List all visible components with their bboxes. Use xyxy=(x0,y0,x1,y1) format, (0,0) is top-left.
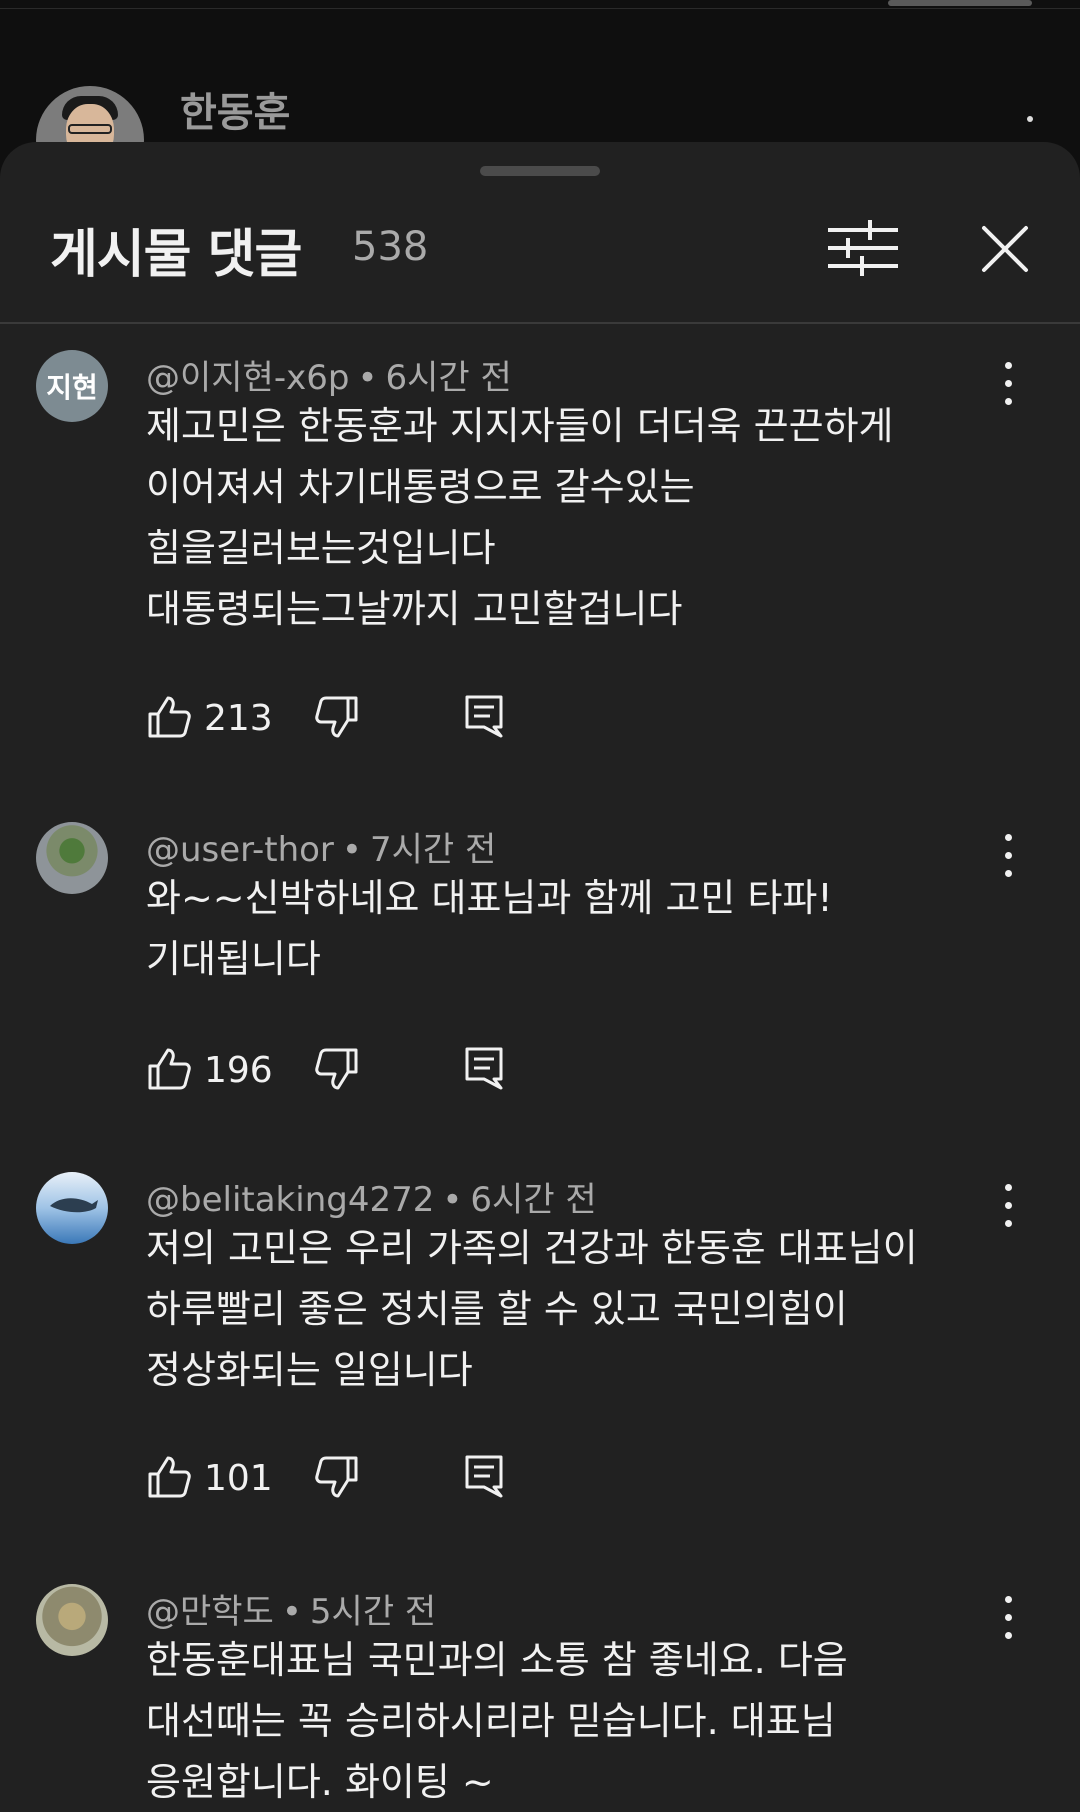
comment-actions: 213 xyxy=(146,694,666,744)
comment-time: 7시간 전 xyxy=(369,830,497,870)
like-count: 213 xyxy=(204,698,273,739)
scroll-indicator xyxy=(888,0,1032,6)
comment-actions: 101 xyxy=(146,1454,666,1504)
close-button[interactable] xyxy=(978,222,1032,276)
comment-line: 기대됩니다 xyxy=(146,937,321,981)
comment-item: @belitaking4272 • 6시간 전 저의 고민은 우리 가족의 건강과 … xyxy=(0,1172,1080,1512)
comment-meta: @이지현-x6p • 6시간 전 xyxy=(146,358,512,398)
comment-text: 저의 고민은 우리 가족의 건강과 한동훈 대표님이 하루빨리 좋은 정치를 할… xyxy=(146,1218,1026,1401)
comment-actions: 196 xyxy=(146,1046,666,1096)
thumbs-up-icon xyxy=(148,696,191,738)
drag-handle[interactable] xyxy=(480,166,600,176)
commenter-avatar[interactable] xyxy=(36,822,108,894)
dislike-button[interactable] xyxy=(314,1046,360,1096)
comment-count: 538 xyxy=(352,224,429,270)
commenter-avatar[interactable] xyxy=(36,1172,108,1244)
dislike-button[interactable] xyxy=(314,694,360,744)
sheet-divider xyxy=(0,322,1080,324)
like-button[interactable]: 213 xyxy=(146,694,273,744)
comment-time: 5시간 전 xyxy=(309,1592,437,1632)
reply-button[interactable] xyxy=(464,1454,504,1504)
dislike-button[interactable] xyxy=(314,1454,360,1504)
commenter-handle[interactable]: @user-thor xyxy=(146,830,334,870)
comment-text: 와~~신박하네요 대표님과 함께 고민 타파! 기대됩니다 xyxy=(146,868,1026,990)
comment-line: 이어져서 차기대통령으로 갈수있는 xyxy=(146,465,695,509)
comment-item: @만학도 • 5시간 전 한동훈대표님 국민과의 소통 참 좋네요. 다음 대선때는… xyxy=(0,1584,1080,1812)
comment-meta: @만학도 • 5시간 전 xyxy=(146,1592,437,1632)
comment-line: 응원합니다. 화이팅 ~ xyxy=(146,1760,494,1804)
comment-line: 정상화되는 일입니다 xyxy=(146,1348,473,1392)
commenter-handle[interactable]: @belitaking4272 xyxy=(146,1180,434,1220)
comment-line: 하루빨리 좋은 정치를 할 수 있고 국민의힘이 xyxy=(146,1287,848,1331)
comment-time: 6시간 전 xyxy=(385,358,512,398)
dolphin-icon xyxy=(50,1198,98,1213)
commenter-handle[interactable]: @만학도 xyxy=(146,1592,274,1632)
sort-filter-button[interactable] xyxy=(826,220,900,276)
comment-text: 제고민은 한동훈과 지지자들이 더더욱 끈끈하게 이어져서 차기대통령으로 갈수… xyxy=(146,396,1026,640)
thumbs-up-icon xyxy=(148,1048,191,1090)
comment-time: 6시간 전 xyxy=(470,1180,597,1220)
comment-line: 힘을길러보는것입니다 xyxy=(146,526,496,570)
comment-line: 대통령되는그날까지 고민할겁니다 xyxy=(146,587,683,631)
like-button[interactable]: 196 xyxy=(146,1046,273,1096)
commenter-handle[interactable]: @이지현-x6p xyxy=(146,358,349,398)
like-count: 196 xyxy=(204,1050,273,1091)
close-icon xyxy=(982,226,1028,272)
comments-screen: 한동훈 게시물 댓글 538 지현 @이지현-x6p • 6시간 전 제고민은 … xyxy=(0,0,1080,1812)
commenter-avatar[interactable] xyxy=(36,1584,108,1656)
comment-line: 와~~신박하네요 대표님과 함께 고민 타파! xyxy=(146,876,833,920)
comment-meta: @user-thor • 7시간 전 xyxy=(146,830,497,870)
commenter-avatar[interactable]: 지현 xyxy=(36,350,108,422)
reply-icon xyxy=(465,1047,503,1090)
thumbs-down-icon xyxy=(315,1456,358,1498)
thumbs-down-icon xyxy=(315,1048,358,1090)
thumbs-up-icon xyxy=(148,1456,191,1498)
sheet-title: 게시물 댓글 xyxy=(50,225,302,285)
comment-meta: @belitaking4272 • 6시간 전 xyxy=(146,1180,597,1220)
reply-button[interactable] xyxy=(464,694,504,744)
reply-icon xyxy=(465,695,503,738)
like-button[interactable]: 101 xyxy=(146,1454,273,1504)
comment-line: 저의 고민은 우리 가족의 건강과 한동훈 대표님이 xyxy=(146,1226,918,1270)
thumbs-down-icon xyxy=(315,696,358,738)
reply-icon xyxy=(465,1455,503,1498)
comment-line: 한동훈대표님 국민과의 소통 참 좋네요. 다음 xyxy=(146,1638,848,1682)
comment-item: @user-thor • 7시간 전 와~~신박하네요 대표님과 함께 고민 타파!… xyxy=(0,822,1080,1122)
like-count: 101 xyxy=(204,1458,273,1499)
comment-item: 지현 @이지현-x6p • 6시간 전 제고민은 한동훈과 지지자들이 더더욱 끈끈… xyxy=(0,350,1080,739)
reply-button[interactable] xyxy=(464,1046,504,1096)
comment-text: 한동훈대표님 국민과의 소통 참 좋네요. 다음 대선때는 꼭 승리하시리라 믿… xyxy=(146,1630,1026,1812)
avatar-initials: 지현 xyxy=(46,371,98,404)
sliders-icon xyxy=(828,220,898,276)
comment-line: 대선때는 꼭 승리하시리라 믿습니다. 대표님 xyxy=(146,1699,836,1743)
comment-line: 제고민은 한동훈과 지지자들이 더더욱 끈끈하게 xyxy=(146,404,894,448)
channel-name[interactable]: 한동훈 xyxy=(180,80,290,138)
